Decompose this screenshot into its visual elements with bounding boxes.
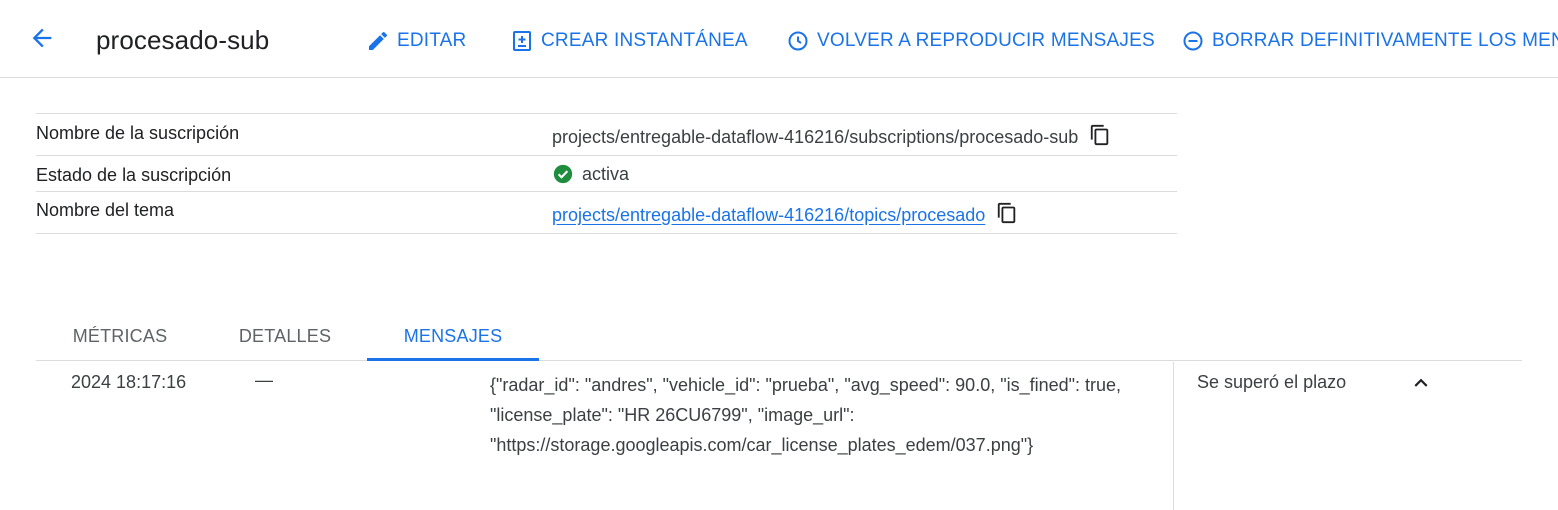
create-snapshot-label: CREAR INSTANTÁNEA — [541, 30, 748, 51]
tab-bar: MÉTRICAS DETALLES MENSAJES — [36, 312, 1522, 361]
purge-messages-button[interactable]: BORRAR DEFINITIVAMENTE LOS MENSAJES — [1181, 26, 1558, 56]
details-label: Nombre de la suscripción — [36, 123, 240, 143]
create-snapshot-button[interactable]: CREAR INSTANTÁNEA — [510, 26, 748, 56]
message-body-line: "license_plate": "HR 26CU6799", "image_u… — [490, 405, 855, 425]
collapse-row-button[interactable] — [1406, 370, 1436, 400]
arrow-back-icon — [28, 24, 56, 57]
details-label: Estado de la suscripción — [36, 165, 232, 185]
back-button[interactable] — [22, 20, 62, 60]
message-body: {"radar_id": "andres", "vehicle_id": "pr… — [490, 370, 1170, 460]
details-value: projects/entregable-dataflow-416216/topi… — [552, 202, 1019, 229]
details-value: projects/entregable-dataflow-416216/subs… — [552, 124, 1112, 151]
table-row: 2024 18:17:16 — {"radar_id": "andres", "… — [36, 362, 1522, 510]
page-title: procesado-sub — [96, 25, 270, 55]
edit-button-label: EDITAR — [397, 30, 467, 51]
details-row-subscription-name: Nombre de la suscripción projects/entreg… — [36, 114, 1177, 156]
details-label: Nombre del tema — [36, 200, 175, 220]
add-snapshot-icon — [510, 29, 534, 53]
message-body-line: "https://storage.googleapis.com/car_lice… — [490, 435, 1034, 455]
tab-messages[interactable]: MENSAJES — [367, 312, 539, 361]
page-header: procesado-sub EDITAR CREAR INSTANTÁNEA V… — [0, 0, 1558, 78]
ack-status: Se superó el plazo — [1197, 372, 1347, 392]
replay-messages-label: VOLVER A REPRODUCIR MENSAJES — [817, 30, 1155, 51]
history-clock-icon — [786, 29, 810, 53]
subscription-details: Nombre de la suscripción projects/entreg… — [36, 113, 1177, 234]
edit-pencil-icon — [366, 29, 390, 53]
topic-link[interactable]: projects/entregable-dataflow-416216/topi… — [552, 205, 985, 226]
purge-messages-label: BORRAR DEFINITIVAMENTE LOS MENSAJES — [1212, 30, 1558, 51]
message-attributes: — — [255, 370, 273, 390]
details-value: activa — [552, 163, 629, 185]
tab-metrics[interactable]: MÉTRICAS — [36, 312, 204, 360]
copy-subscription-button[interactable] — [1088, 124, 1112, 151]
subscription-path: projects/entregable-dataflow-416216/subs… — [552, 126, 1079, 147]
chevron-up-icon — [1408, 370, 1434, 401]
status-text: activa — [582, 163, 630, 184]
copy-icon — [1089, 124, 1111, 151]
replay-messages-button[interactable]: VOLVER A REPRODUCIR MENSAJES — [786, 26, 1155, 56]
check-circle-icon — [552, 163, 574, 185]
copy-topic-button[interactable] — [995, 202, 1019, 229]
column-divider — [1173, 362, 1174, 510]
details-row-topic-name: Nombre del tema projects/entregable-data… — [36, 192, 1177, 234]
tab-details[interactable]: DETALLES — [204, 312, 366, 360]
details-row-subscription-state: Estado de la suscripción activa — [36, 156, 1177, 192]
message-body-line: {"radar_id": "andres", "vehicle_id": "pr… — [490, 375, 1122, 395]
message-publish-time: 2024 18:17:16 — [71, 372, 187, 392]
remove-circle-icon — [1181, 29, 1205, 53]
edit-button[interactable]: EDITAR — [366, 26, 466, 56]
copy-icon — [996, 202, 1018, 229]
